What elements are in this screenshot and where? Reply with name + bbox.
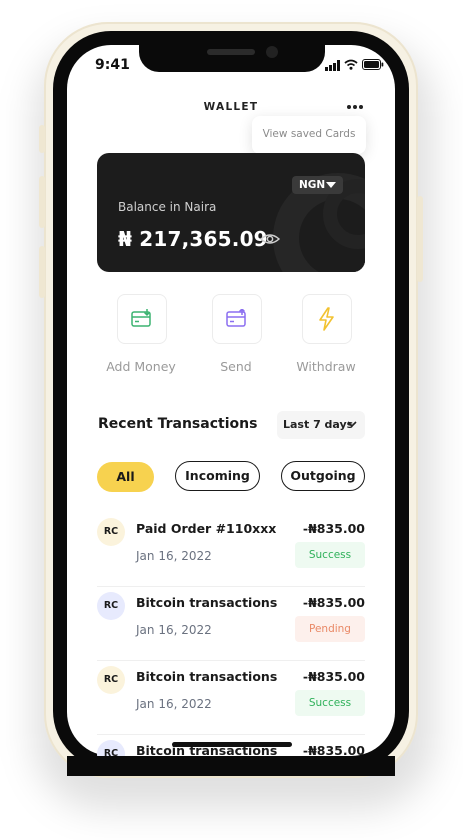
add-money-button[interactable] <box>117 294 167 344</box>
transaction-date: Jan 16, 2022 <box>136 623 212 637</box>
transaction-date: Jan 16, 2022 <box>136 697 212 711</box>
chevron-down-icon <box>326 182 336 188</box>
filter-all[interactable]: All <box>97 462 154 492</box>
transaction-row[interactable]: RC Bitcoin transactions -₦835.00 Jan 16,… <box>97 586 365 661</box>
status-badge: Success <box>295 542 365 568</box>
add-money-icon <box>131 309 151 327</box>
transaction-amount: -₦835.00 <box>302 595 365 610</box>
lightning-icon <box>319 307 334 331</box>
currency-label: NGN <box>299 179 326 191</box>
options-menu: View saved Cards <box>252 116 366 154</box>
add-money-label: Add Money <box>106 359 176 374</box>
status-badge: Success <box>295 690 365 716</box>
balance-label: Balance in Naira <box>118 200 217 214</box>
bezel-bottom-mask <box>67 756 395 776</box>
send-label: Send <box>220 359 252 374</box>
filter-incoming[interactable]: Incoming <box>175 461 260 491</box>
transaction-name: Bitcoin transactions <box>136 595 278 610</box>
status-time: 9:41 <box>95 57 130 73</box>
eye-icon[interactable] <box>260 231 280 247</box>
wifi-icon <box>344 59 358 70</box>
transaction-amount: -₦835.00 <box>302 669 365 684</box>
send-icon <box>226 309 246 327</box>
front-camera <box>266 46 278 58</box>
home-indicator[interactable] <box>172 742 292 747</box>
transaction-amount: -₦835.00 <box>302 743 365 756</box>
volume-up-button <box>39 176 45 228</box>
battery-icon <box>362 59 384 70</box>
section-title: Recent Transactions <box>98 416 258 432</box>
balance-amount: ₦ 217,365.09 <box>118 227 268 251</box>
avatar: RC <box>97 666 125 694</box>
currency-selector[interactable]: NGN <box>292 176 343 194</box>
transaction-name: Paid Order #110xxx <box>136 521 277 536</box>
status-badge: Pending <box>295 616 365 642</box>
transaction-row[interactable]: RC Paid Order #110xxx -₦835.00 Jan 16, 2… <box>97 512 365 587</box>
date-range-label: Last 7 days <box>283 418 354 431</box>
withdraw-button[interactable] <box>302 294 352 344</box>
view-saved-cards-item[interactable]: View saved Cards <box>252 128 366 140</box>
transaction-date: Jan 16, 2022 <box>136 549 212 563</box>
power-button <box>417 196 423 282</box>
more-horizontal-icon[interactable] <box>346 102 364 112</box>
withdraw-label: Withdraw <box>296 359 356 374</box>
date-range-dropdown[interactable]: Last 7 days <box>277 411 365 439</box>
transaction-amount: -₦835.00 <box>302 521 365 536</box>
signal-icon <box>325 60 340 71</box>
chevron-down-icon <box>347 421 357 428</box>
send-button[interactable] <box>212 294 262 344</box>
speaker <box>207 49 255 55</box>
avatar: RC <box>97 518 125 546</box>
transaction-row[interactable]: RC Bitcoin transactions -₦835.00 Jan 16,… <box>97 660 365 735</box>
page-title: WALLET <box>203 101 259 113</box>
avatar: RC <box>97 740 125 756</box>
mute-switch <box>39 125 45 153</box>
volume-down-button <box>39 246 45 298</box>
transaction-name: Bitcoin transactions <box>136 669 278 684</box>
avatar: RC <box>97 592 125 620</box>
filter-outgoing[interactable]: Outgoing <box>281 461 365 491</box>
